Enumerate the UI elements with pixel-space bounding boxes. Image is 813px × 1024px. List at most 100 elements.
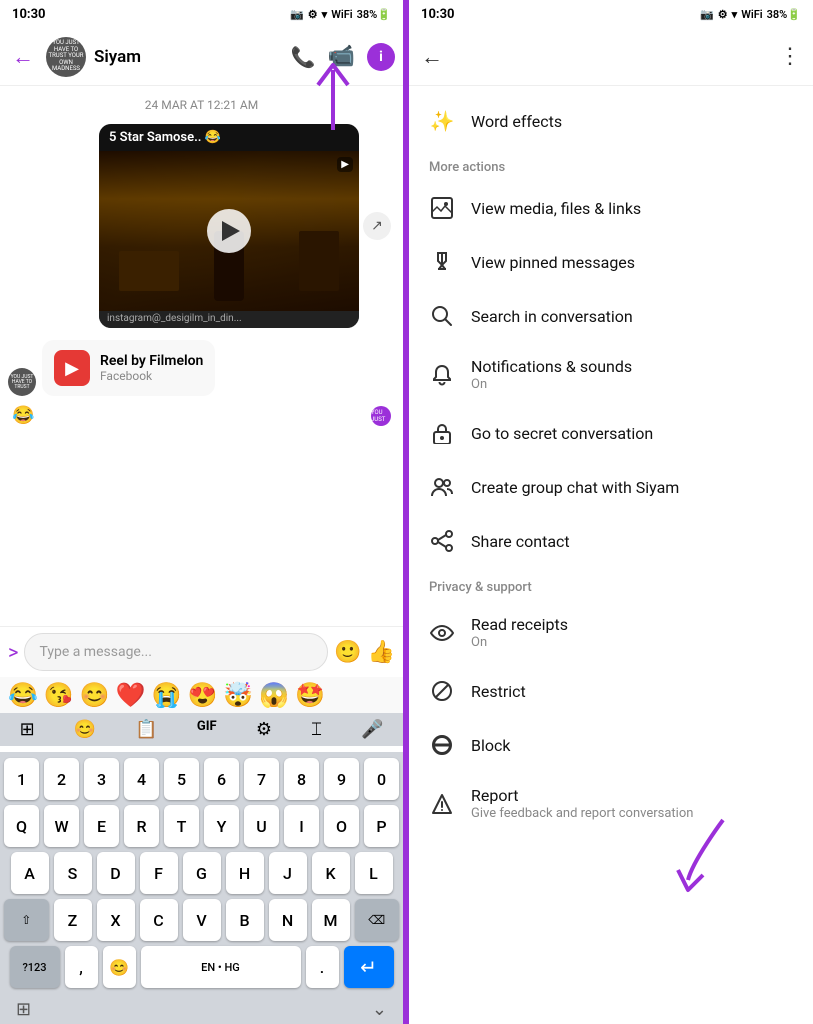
key-q[interactable]: Q xyxy=(4,805,39,847)
symbols-key[interactable]: ?123 xyxy=(10,946,60,988)
nav-keyboard-icon[interactable]: ⊞ xyxy=(16,999,31,1020)
key-d[interactable]: D xyxy=(97,852,135,894)
emoji-key[interactable]: 😊 xyxy=(103,946,136,988)
emoji-star[interactable]: 🤩 xyxy=(295,681,325,709)
key-n[interactable]: N xyxy=(269,899,307,941)
play-button[interactable] xyxy=(207,209,251,253)
comma-key[interactable]: , xyxy=(65,946,98,988)
key-r[interactable]: R xyxy=(124,805,159,847)
menu-item-secret[interactable]: Go to secret conversation xyxy=(409,406,813,460)
like-button[interactable]: 👍 xyxy=(368,640,395,665)
key-p[interactable]: P xyxy=(364,805,399,847)
key-a[interactable]: A xyxy=(11,852,49,894)
menu-item-search[interactable]: Search in conversation xyxy=(409,289,813,343)
settings-panel: 10:30 📷 ⚙ ▾ WiFi 38%🔋 ← ⋮ ✨ Word effects… xyxy=(406,0,813,1024)
key-0[interactable]: 0 xyxy=(364,758,399,800)
key-row-bottom: ?123 , 😊 EN • HG . ↵ xyxy=(4,946,399,988)
more-options-button[interactable]: ⋮ xyxy=(779,44,801,69)
menu-item-report[interactable]: Report Give feedback and report conversa… xyxy=(409,772,813,835)
key-4[interactable]: 4 xyxy=(124,758,159,800)
emoji-mind-blown[interactable]: 🤯 xyxy=(223,681,253,709)
eye-icon xyxy=(429,620,455,646)
backspace-key[interactable]: ⌫ xyxy=(355,899,400,941)
kb-gif-button[interactable]: GIF xyxy=(191,715,223,744)
read-receipts-text: Read receipts On xyxy=(471,615,568,650)
menu-item-restrict[interactable]: Restrict xyxy=(409,664,813,718)
media-icon xyxy=(429,195,455,221)
secret-title: Go to secret conversation xyxy=(471,424,653,443)
expand-button[interactable]: > xyxy=(8,640,18,664)
smiley-button[interactable]: 🙂 xyxy=(334,640,361,665)
read-receipts-sub: On xyxy=(471,635,568,650)
kb-grid-button[interactable]: ⊞ xyxy=(14,715,41,744)
menu-item-group[interactable]: Create group chat with Siyam xyxy=(409,460,813,514)
lock-icon xyxy=(429,420,455,446)
key-w[interactable]: W xyxy=(44,805,79,847)
menu-item-share[interactable]: Share contact xyxy=(409,514,813,568)
enter-key[interactable]: ↵ xyxy=(344,946,394,988)
kb-emoji-button[interactable]: 😊 xyxy=(68,715,102,744)
key-2[interactable]: 2 xyxy=(44,758,79,800)
kb-settings-button[interactable]: ⚙ xyxy=(250,715,278,744)
kb-mic-button[interactable]: 🎤 xyxy=(355,715,389,744)
key-h[interactable]: H xyxy=(226,852,264,894)
key-z[interactable]: Z xyxy=(54,899,92,941)
shift-key[interactable]: ⇧ xyxy=(4,899,49,941)
menu-item-word-effects[interactable]: ✨ Word effects xyxy=(409,94,813,148)
key-e[interactable]: E xyxy=(84,805,119,847)
menu-item-pinned[interactable]: View pinned messages xyxy=(409,235,813,289)
emoji-shocked[interactable]: 😱 xyxy=(259,681,289,709)
emoji-kiss[interactable]: 😘 xyxy=(44,681,74,709)
key-b[interactable]: B xyxy=(226,899,264,941)
seen-indicator: YOU JUST xyxy=(371,406,391,426)
info-button[interactable]: i xyxy=(367,43,395,71)
key-y[interactable]: Y xyxy=(204,805,239,847)
call-button[interactable]: 📞 xyxy=(291,45,316,69)
key-c[interactable]: C xyxy=(140,899,178,941)
key-m[interactable]: M xyxy=(312,899,350,941)
key-t[interactable]: T xyxy=(164,805,199,847)
key-1[interactable]: 1 xyxy=(4,758,39,800)
message-input[interactable]: Type a message... xyxy=(24,633,328,671)
kb-clipboard-button[interactable]: 📋 xyxy=(129,715,163,744)
key-x[interactable]: X xyxy=(97,899,135,941)
key-l[interactable]: L xyxy=(355,852,393,894)
nav-chevron-icon[interactable]: ⌄ xyxy=(372,999,387,1020)
key-3[interactable]: 3 xyxy=(84,758,119,800)
back-button[interactable]: ← xyxy=(8,40,38,74)
space-key[interactable]: EN • HG xyxy=(141,946,301,988)
video-card[interactable]: 5 Star Samose.. 😂 ▶ instagram@_desigilm_… xyxy=(99,124,359,328)
menu-item-view-media[interactable]: View media, files & links xyxy=(409,181,813,235)
avatar[interactable]: YOU JUST HAVE TO TRUST YOUR OWN MADNESS xyxy=(46,37,86,77)
key-5[interactable]: 5 xyxy=(164,758,199,800)
key-g[interactable]: G xyxy=(183,852,221,894)
key-8[interactable]: 8 xyxy=(284,758,319,800)
emoji-smile[interactable]: 😊 xyxy=(80,681,110,709)
emoji-cry[interactable]: 😭 xyxy=(152,681,182,709)
emoji-laughing[interactable]: 😂 xyxy=(8,681,38,709)
key-o[interactable]: O xyxy=(324,805,359,847)
key-7[interactable]: 7 xyxy=(244,758,279,800)
kb-cursor-button[interactable]: ⌶ xyxy=(305,715,328,744)
emoji-reaction[interactable]: 😂 xyxy=(12,405,34,426)
key-j[interactable]: J xyxy=(269,852,307,894)
key-s[interactable]: S xyxy=(54,852,92,894)
share-button[interactable]: ↗ xyxy=(363,212,391,240)
key-f[interactable]: F xyxy=(140,852,178,894)
key-u[interactable]: U xyxy=(244,805,279,847)
period-key[interactable]: . xyxy=(306,946,339,988)
video-call-button[interactable]: 📹 xyxy=(328,44,355,69)
menu-item-read-receipts[interactable]: Read receipts On xyxy=(409,601,813,664)
menu-item-block[interactable]: Block xyxy=(409,718,813,772)
video-caption: instagram@_desigilm_in_din... xyxy=(99,311,359,328)
emoji-hearts[interactable]: 😍 xyxy=(187,681,217,709)
menu-item-notifications[interactable]: Notifications & sounds On xyxy=(409,343,813,406)
key-v[interactable]: V xyxy=(183,899,221,941)
key-i[interactable]: I xyxy=(284,805,319,847)
emoji-heart[interactable]: ❤️ xyxy=(116,681,146,709)
back-button-right[interactable]: ← xyxy=(421,44,443,70)
link-preview[interactable]: ▶ Reel by Filmelon Facebook xyxy=(42,340,215,396)
key-9[interactable]: 9 xyxy=(324,758,359,800)
key-6[interactable]: 6 xyxy=(204,758,239,800)
key-k[interactable]: K xyxy=(312,852,350,894)
